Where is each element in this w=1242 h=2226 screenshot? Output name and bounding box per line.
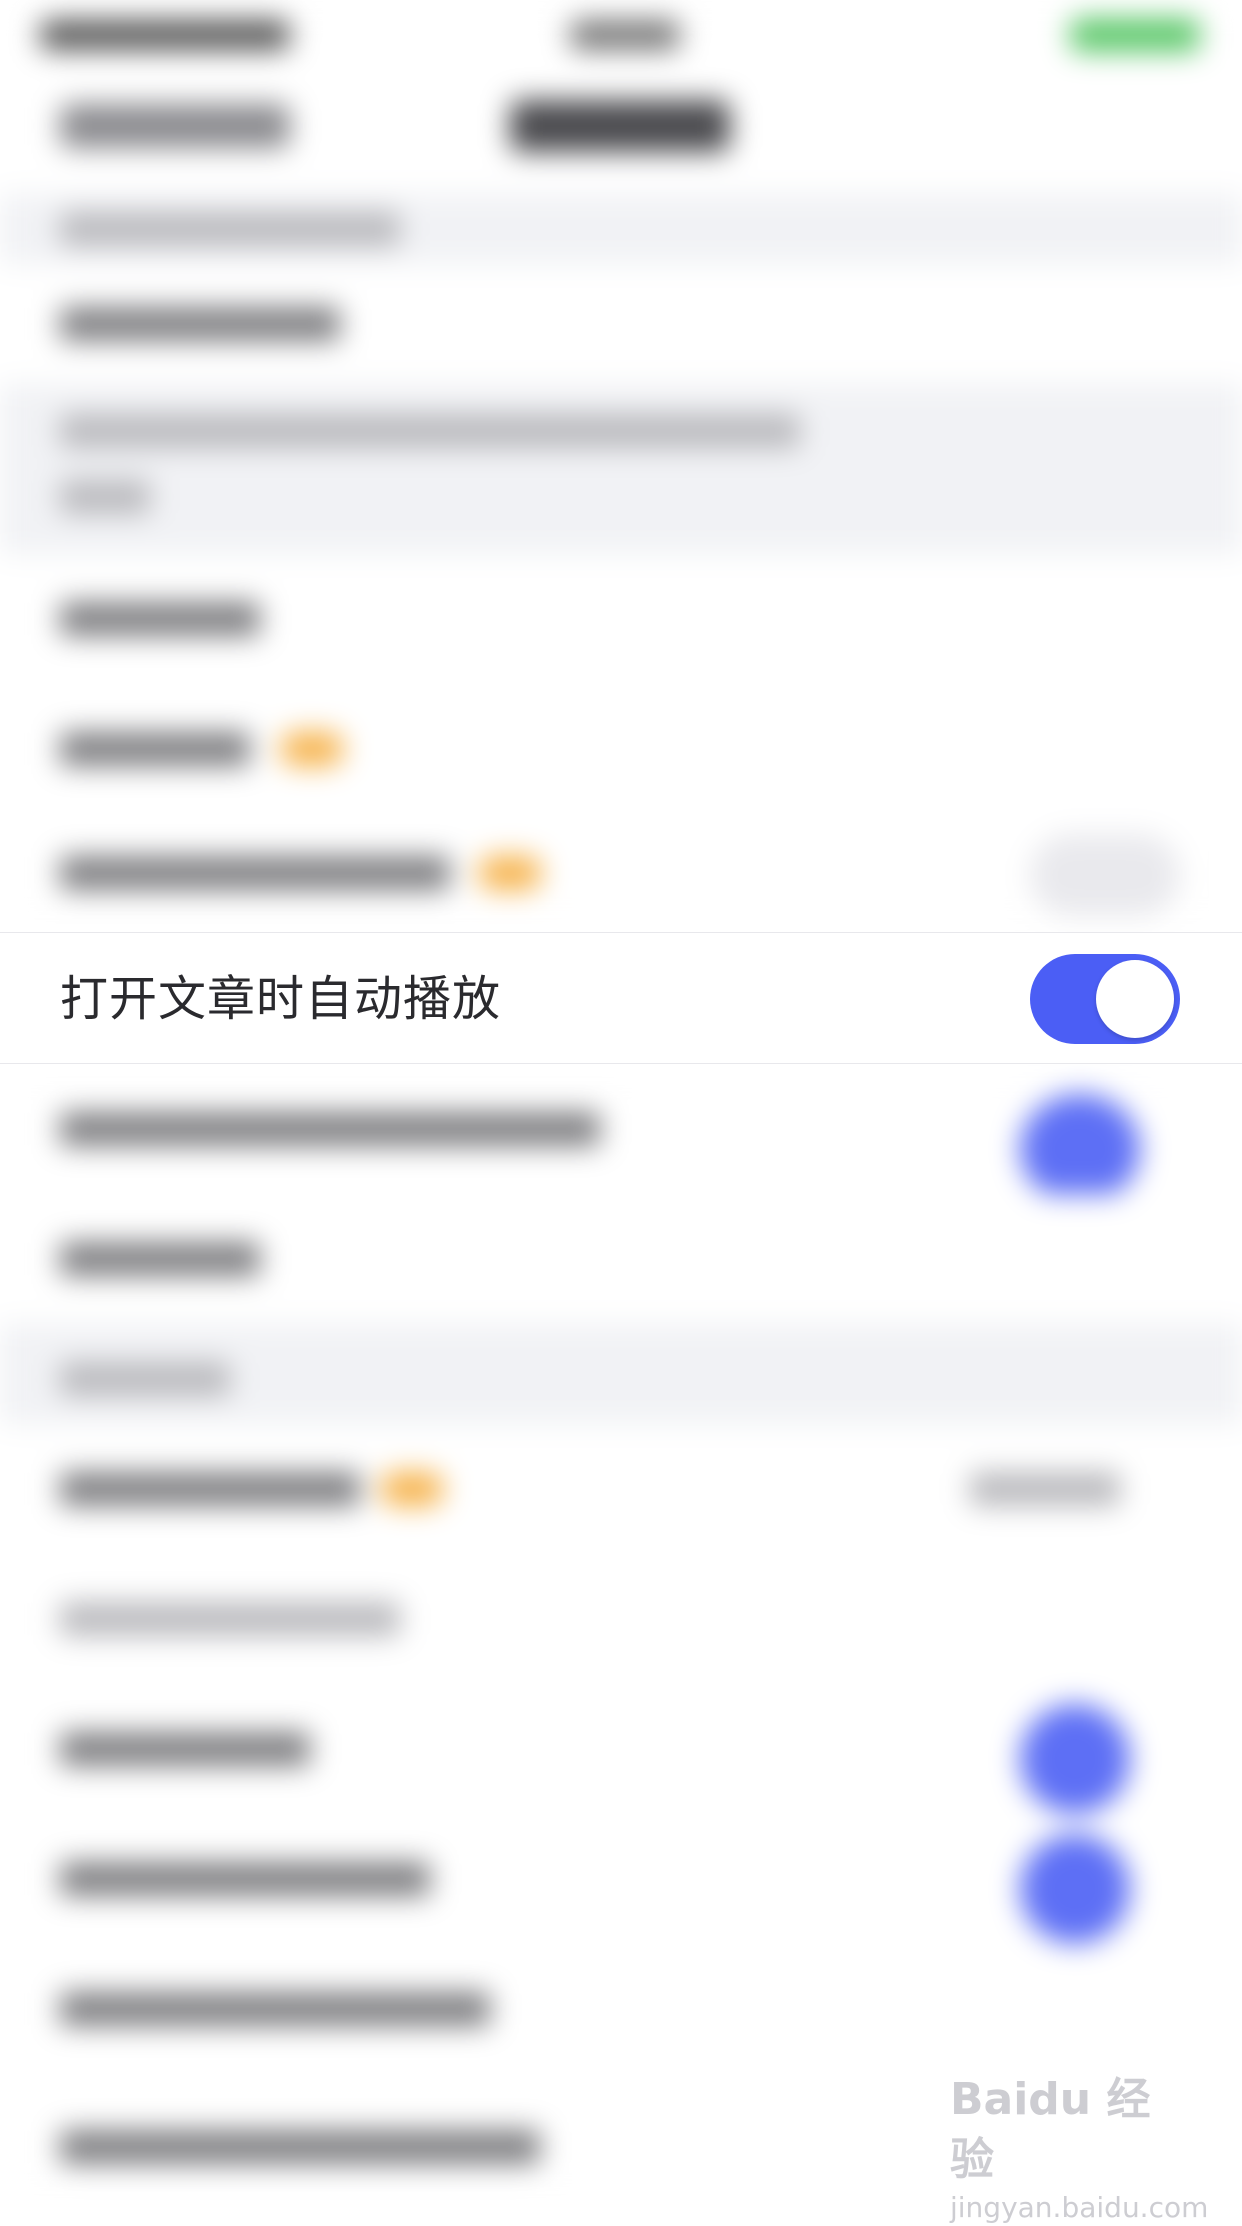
- settings-row-label: [60, 1602, 400, 1636]
- settings-row-label: [60, 1242, 260, 1276]
- settings-row: [0, 1554, 1242, 1684]
- autoplay-setting-row[interactable]: 打开文章时自动播放: [0, 932, 1242, 1064]
- toggle-switch[interactable]: [1020, 1834, 1130, 1944]
- status-time: [570, 20, 680, 50]
- nav-bar: [0, 64, 1242, 194]
- status-carrier: [40, 20, 290, 50]
- new-badge: [478, 856, 542, 890]
- autoplay-toggle[interactable]: [1030, 954, 1180, 1044]
- settings-row[interactable]: [0, 1684, 1242, 1814]
- baidu-jingyan-watermark: Baidu 经验 jingyan.baidu.com: [950, 2070, 1208, 2224]
- nav-title: [510, 100, 730, 152]
- settings-row-value: [970, 1472, 1120, 1506]
- section-header-2: [0, 1324, 1242, 1424]
- settings-row-label: [60, 307, 340, 341]
- settings-row-label: [60, 2130, 540, 2164]
- settings-row[interactable]: [0, 684, 1242, 814]
- settings-row-label: [60, 1732, 310, 1766]
- autoplay-setting-label: 打开文章时自动播放: [60, 971, 502, 1027]
- status-bar: [0, 0, 1242, 64]
- settings-row-label: [60, 1112, 600, 1146]
- blurred-background: [0, 0, 1242, 2208]
- settings-row[interactable]: [0, 1814, 1242, 1944]
- settings-row-label: [60, 732, 250, 766]
- settings-row[interactable]: [0, 1424, 1242, 1554]
- section-note: [0, 384, 1242, 554]
- new-badge: [280, 732, 344, 766]
- toggle-switch[interactable]: [1030, 834, 1180, 916]
- section-note-text: [60, 414, 800, 448]
- settings-row-label: [60, 1862, 430, 1896]
- toggle-switch[interactable]: [1020, 1094, 1140, 1204]
- nav-back-button[interactable]: [60, 104, 290, 148]
- settings-row[interactable]: [0, 1194, 1242, 1324]
- section-header-text: [60, 1362, 230, 1396]
- settings-row-label: [60, 1472, 360, 1506]
- settings-row-label: [60, 856, 450, 890]
- section-header-text: [60, 212, 400, 246]
- new-badge: [380, 1472, 444, 1506]
- settings-row-label: [60, 602, 260, 636]
- settings-row-label: [60, 1992, 490, 2026]
- toggle-switch[interactable]: [1020, 1704, 1130, 1814]
- battery-icon: [1070, 18, 1200, 52]
- watermark-url: jingyan.baidu.com: [950, 2191, 1209, 2224]
- settings-row[interactable]: [0, 264, 1242, 384]
- toggle-knob: [1096, 960, 1174, 1038]
- settings-row[interactable]: [0, 1944, 1242, 2074]
- settings-row[interactable]: [0, 814, 1242, 932]
- settings-row[interactable]: [0, 1064, 1242, 1204]
- section-note-text: [60, 480, 150, 514]
- settings-row[interactable]: [0, 554, 1242, 684]
- section-header-1: [0, 194, 1242, 264]
- watermark-logo: Baidu 经验: [950, 2074, 1151, 2185]
